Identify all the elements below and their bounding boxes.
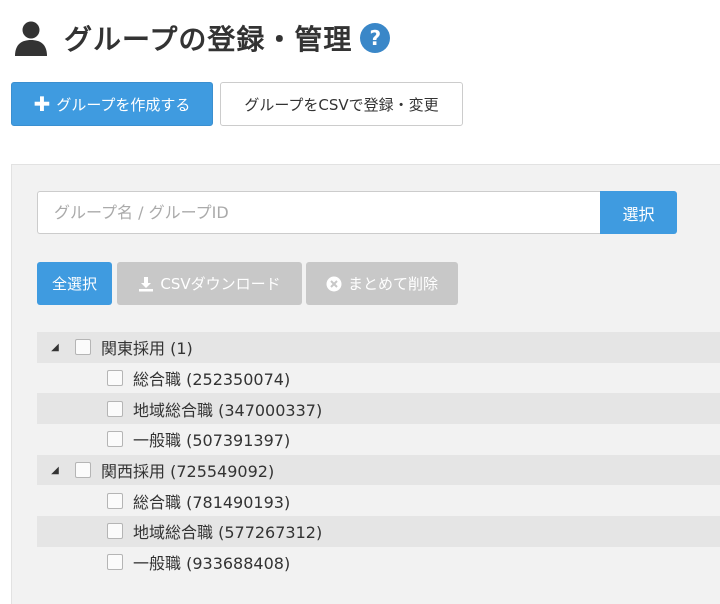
page-header: グループの登録・管理 ? [14,18,391,58]
tree-checkbox[interactable] [75,339,91,356]
page-title: グループの登録・管理 [64,23,353,56]
tree-row-item[interactable]: 総合職 (781490193) [37,485,720,516]
group-tree: ◢ 関東採用 (1) 総合職 (252350074) 地域総合職 (347000… [37,332,720,578]
search-select-label: 選択 [622,204,655,224]
create-group-button[interactable]: ✚ グループを作成する [11,82,213,126]
tree-row-label: 地域総合職 (577267312) [133,523,323,543]
tree-row-label: 一般職 (507391397) [133,431,291,451]
csv-register-label: グループをCSVで登録・変更 [244,95,439,114]
tree-row-item[interactable]: 一般職 (933688408) [37,547,720,578]
tree-checkbox[interactable] [107,554,123,571]
csv-download-label: CSVダウンロード [160,275,281,293]
tree-row-label: 関東採用 (1) [101,339,193,359]
tree-checkbox[interactable] [107,431,123,448]
tree-row-group[interactable]: ◢ 関西採用 (725549092) [37,454,720,486]
plus-icon: ✚ [33,92,51,116]
tree-row-item[interactable]: 地域総合職 (347000337) [37,393,720,425]
tree-row-item[interactable]: 一般職 (507391397) [37,424,720,455]
bulk-delete-label: まとめて削除 [347,275,438,293]
help-icon[interactable]: ? [360,23,391,53]
collapse-triangle-icon[interactable]: ◢ [37,342,73,353]
tree-checkbox[interactable] [75,462,91,479]
tree-row-label: 一般職 (933688408) [133,554,291,574]
tree-row-item[interactable]: 地域総合職 (577267312) [37,516,720,547]
select-all-button[interactable]: 全選択 [37,262,112,305]
csv-register-button[interactable]: グループをCSVで登録・変更 [220,82,463,126]
search-select-button[interactable]: 選択 [600,191,677,234]
tree-row-label: 地域総合職 (347000337) [133,400,323,420]
collapse-triangle-icon[interactable]: ◢ [37,465,73,476]
tree-checkbox[interactable] [107,523,123,540]
user-icon [15,21,47,56]
tree-row-label: 関西採用 (725549092) [101,462,275,482]
tree-checkbox[interactable] [107,370,123,387]
tree-checkbox[interactable] [107,400,123,417]
tree-row-label: 総合職 (781490193) [133,492,291,512]
bulk-delete-button[interactable]: まとめて削除 [306,262,458,305]
close-circle-icon [326,276,342,291]
csv-download-button[interactable]: CSVダウンロード [117,262,302,305]
tree-row-item[interactable]: 総合職 (252350074) [37,363,720,394]
tree-checkbox[interactable] [107,492,123,509]
select-all-label: 全選択 [51,275,97,293]
download-icon [139,276,154,291]
tree-row-group[interactable]: ◢ 関東採用 (1) [37,332,720,363]
tree-row-label: 総合職 (252350074) [133,370,291,390]
create-group-label: グループを作成する [56,95,191,114]
group-search-input[interactable] [37,191,601,234]
